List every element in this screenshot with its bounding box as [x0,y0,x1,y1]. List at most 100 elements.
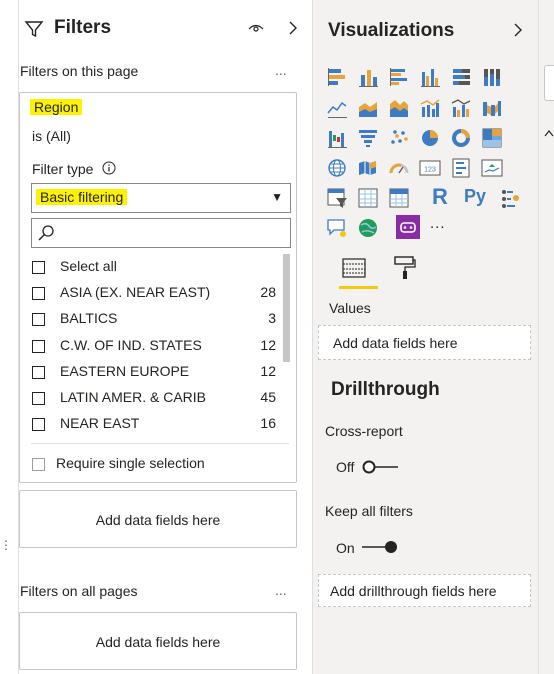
page-filters-more-button[interactable]: ... [275,62,287,78]
list-item[interactable]: C.W. OF IND. STATES 12 [20,333,300,359]
values-placeholder: Add data fields here [333,335,458,351]
drillthrough-drop-zone[interactable]: Add drillthrough fields here [318,574,531,607]
checkbox[interactable] [32,392,45,405]
clustered-bar-chart-icon[interactable] [388,66,410,88]
waterfall-chart-icon[interactable] [326,127,348,149]
list-item[interactable]: BALTICS 3 [20,306,300,332]
checkbox[interactable] [32,340,45,353]
arcgis-map-icon[interactable] [357,217,379,239]
filter-type-label: Filter type [32,161,94,177]
collapse-filters-chevron-icon[interactable] [287,20,299,36]
values-label: Values [329,300,371,316]
cross-report-toggle[interactable] [360,459,400,475]
search-icon [38,225,54,241]
stacked-bar-chart-icon[interactable] [326,66,348,88]
visualizations-pane: Visualizations 123 R Py ... Values Add d… [312,0,539,674]
kpi-icon[interactable] [481,157,503,179]
stacked-column-chart-icon[interactable] [357,66,379,88]
checkbox[interactable] [32,418,45,431]
100-stacked-column-chart-icon[interactable] [481,66,503,88]
cross-report-state: Off [336,459,355,475]
funnel-chart-icon[interactable] [357,127,379,149]
list-item[interactable]: EASTERN EUROPE 12 [20,359,300,385]
line-and-stacked-column-chart-icon[interactable] [419,97,441,119]
all-pages-drop-zone-text: Add data fields here [95,634,221,650]
require-single-label: Require single selection [56,455,205,471]
all-pages-more-button[interactable]: ... [275,582,287,598]
svg-text:123: 123 [424,167,436,174]
checkbox[interactable] [32,287,45,300]
page-drop-zone-text: Add data fields here [95,512,221,528]
drillthrough-placeholder: Add drillthrough fields here [330,583,497,599]
list-scrollbar[interactable] [283,254,290,362]
map-icon[interactable] [326,157,348,179]
scatter-chart-icon[interactable] [388,127,410,149]
matrix-icon[interactable] [388,187,410,209]
r-script-visual-icon[interactable]: R [432,184,448,210]
info-icon [102,161,116,175]
keep-all-filters-state: On [336,540,355,556]
chevron-up-icon[interactable] [543,128,554,138]
list-item[interactable]: ASIA (EX. NEAR EAST) 28 [20,280,300,306]
fields-tab-icon[interactable] [341,256,367,280]
line-chart-icon[interactable] [326,97,348,119]
filter-search-input[interactable] [31,218,291,248]
card-icon[interactable]: 123 [419,157,441,179]
python-visual-icon[interactable]: Py [464,186,486,207]
list-item[interactable]: NEAR EAST 16 [20,411,300,437]
drillthrough-title: Drillthrough [331,379,440,400]
fields-search-input-edge[interactable] [544,65,554,101]
strip-dots: ⋮ [0,538,12,552]
collapse-visualizations-chevron-icon[interactable] [512,22,524,38]
fields-pane-edge [538,0,554,674]
100-stacked-bar-chart-icon[interactable] [450,66,472,88]
checkbox[interactable] [32,366,45,379]
more-visuals-button[interactable]: ... [430,215,446,232]
page-filters-drop-zone[interactable]: Add data fields here [19,490,297,548]
clustered-column-chart-icon[interactable] [419,66,441,88]
stacked-area-chart-icon[interactable] [388,97,410,119]
filter-type-value: Basic filtering [36,189,128,205]
key-influencers-icon[interactable] [499,187,521,209]
gauge-icon[interactable] [388,157,410,179]
values-drop-zone[interactable]: Add data fields here [318,325,531,360]
multi-row-card-icon[interactable] [450,157,472,179]
table-icon[interactable] [357,187,379,209]
left-collapsed-strip [0,0,19,674]
custom-visual-icon[interactable] [396,215,420,239]
format-paint-roller-icon[interactable] [393,255,417,281]
all-pages-drop-zone[interactable]: Add data fields here [19,612,297,670]
divider [31,443,289,444]
filters-title: Filters [54,17,112,38]
keep-all-filters-toggle[interactable] [360,539,400,555]
region-filter-card: Region is (All) Filter type Basic filter… [19,92,297,483]
pie-chart-icon[interactable] [419,127,441,149]
line-and-clustered-column-chart-icon[interactable] [450,97,472,119]
filters-pane: Filters Filters on this page ... Region … [19,0,311,674]
region-summary: is (All) [32,128,71,144]
region-field-name[interactable]: Region [30,99,83,115]
area-chart-icon[interactable] [357,97,379,119]
donut-chart-icon[interactable] [450,127,472,149]
list-item[interactable]: Select all [20,254,300,280]
filter-values-list: Select all ASIA (EX. NEAR EAST) 28 BALTIC… [20,254,296,440]
qa-visual-icon[interactable] [326,217,348,239]
filters-all-pages-label: Filters on all pages [20,583,138,599]
list-item[interactable]: LATIN AMER. & CARIB 45 [20,385,300,411]
checkbox[interactable] [32,313,45,326]
filter-icon [24,21,44,38]
slicer-icon[interactable] [326,187,348,209]
checkbox[interactable] [32,261,45,274]
filter-type-dropdown[interactable]: Basic filtering ▼ [31,183,291,213]
filters-on-page-label: Filters on this page [20,63,139,79]
keep-all-filters-label: Keep all filters [325,503,413,519]
require-single-checkbox[interactable] [32,458,45,471]
treemap-icon[interactable] [481,127,503,149]
visualizations-title: Visualizations [328,20,455,41]
active-tab-indicator [339,286,378,289]
chevron-down-icon: ▼ [271,190,283,204]
ribbon-chart-icon[interactable] [481,97,503,119]
cross-report-label: Cross-report [325,423,403,439]
filled-map-icon[interactable] [357,157,379,179]
eye-icon[interactable] [248,21,264,35]
